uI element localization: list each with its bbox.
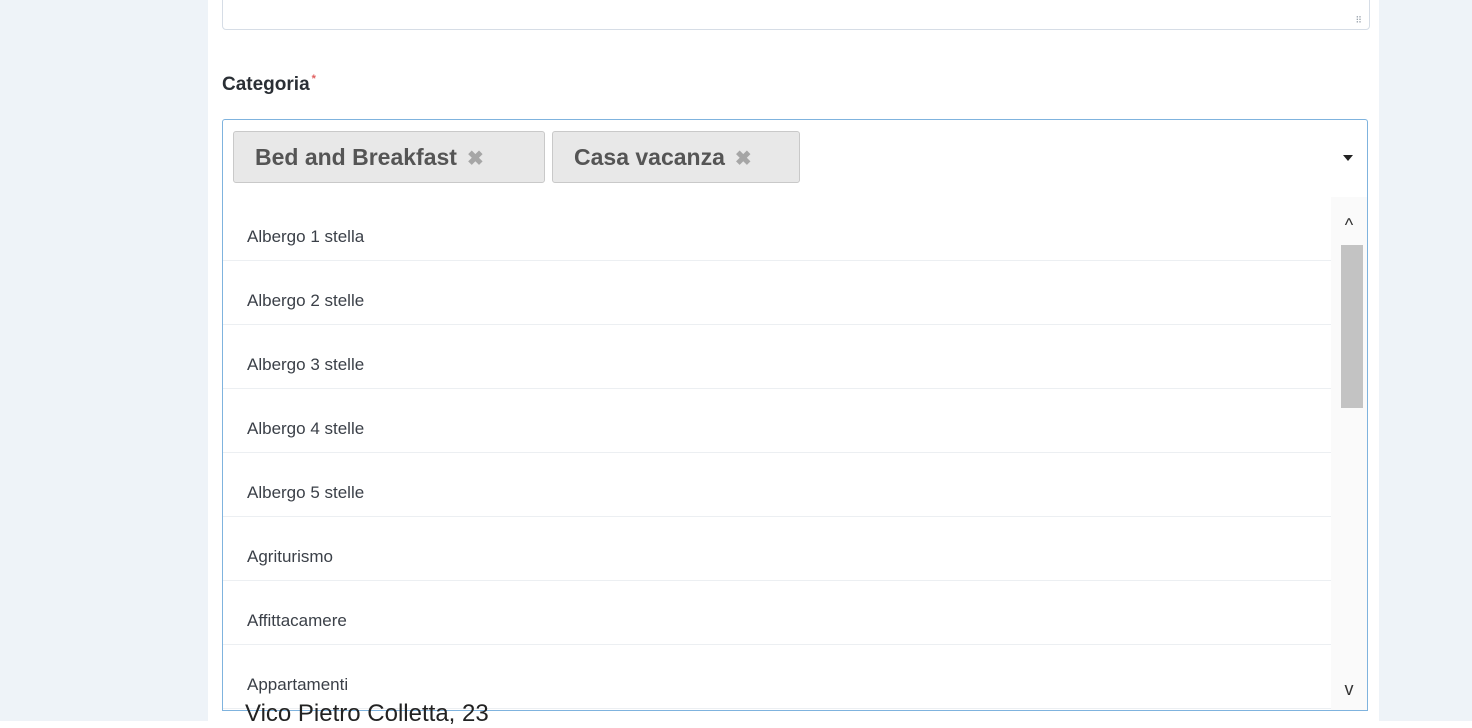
scrollbar-thumb[interactable] (1341, 245, 1363, 408)
categoria-multiselect[interactable]: Bed and Breakfast ✖ Casa vacanza ✖ (222, 119, 1368, 197)
resize-grip-icon[interactable]: ⠿ (1355, 16, 1362, 25)
page-background-left (0, 0, 208, 721)
scroll-up-icon[interactable]: ^ (1331, 207, 1367, 243)
page-background-right (1379, 0, 1472, 721)
option-affittacamere[interactable]: Affittacamere (223, 581, 1331, 645)
categoria-label: Categoria * (222, 73, 316, 96)
options-scrollbar[interactable]: ^ v (1331, 197, 1367, 710)
option-agriturismo[interactable]: Agriturismo (223, 517, 1331, 581)
option-albergo-5-stelle[interactable]: Albergo 5 stelle (223, 453, 1331, 517)
dropdown-caret-icon[interactable] (1343, 155, 1353, 161)
categoria-options-list: Albergo 1 stella Albergo 2 stelle Alberg… (222, 197, 1368, 711)
option-albergo-2-stelle[interactable]: Albergo 2 stelle (223, 261, 1331, 325)
selected-tag-bed-and-breakfast: Bed and Breakfast ✖ (233, 131, 545, 183)
categoria-label-text: Categoria (222, 74, 310, 95)
option-albergo-3-stelle[interactable]: Albergo 3 stelle (223, 325, 1331, 389)
remove-tag-icon[interactable]: ✖ (467, 148, 484, 170)
tag-label: Bed and Breakfast (255, 144, 457, 170)
scroll-down-icon[interactable]: v (1331, 671, 1367, 707)
selected-tag-casa-vacanza: Casa vacanza ✖ (552, 131, 800, 183)
option-albergo-4-stelle[interactable]: Albergo 4 stelle (223, 389, 1331, 453)
address-field-value: Vico Pietro Colletta, 23 (245, 700, 489, 727)
remove-tag-icon[interactable]: ✖ (735, 148, 752, 170)
previous-textarea[interactable]: ⠿ (222, 0, 1370, 30)
required-marker: * (311, 73, 316, 85)
tag-label: Casa vacanza (574, 144, 725, 170)
option-albergo-1-stella[interactable]: Albergo 1 stella (223, 197, 1331, 261)
